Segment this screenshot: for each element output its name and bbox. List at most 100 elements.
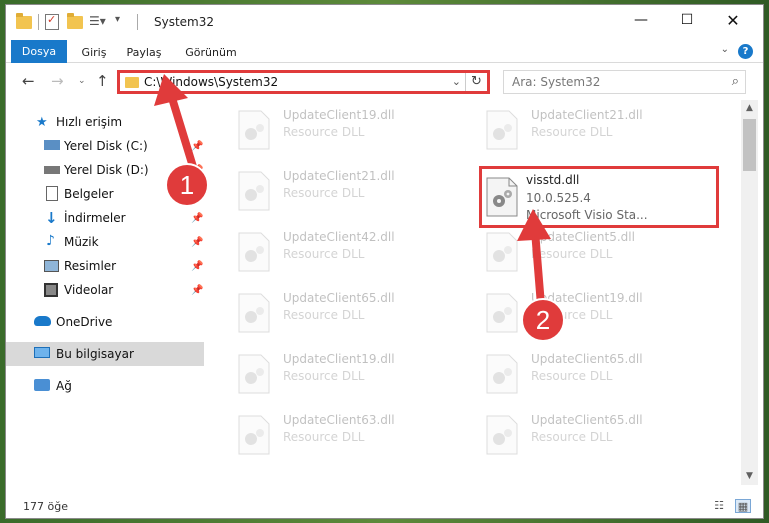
toolbar-separator <box>137 14 138 30</box>
file-name: UpdateClient19.dll <box>283 352 395 366</box>
nav-label: Belgeler <box>64 187 114 201</box>
file-type: Resource DLL <box>283 247 365 261</box>
file-item[interactable]: UpdateClient65.dll Resource DLL <box>481 407 721 461</box>
step-badge-1: 1 <box>165 163 209 207</box>
ribbon-expand-icon[interactable]: ⌄ <box>721 44 729 55</box>
nav-network[interactable]: Ağ <box>6 374 204 398</box>
file-type: Resource DLL <box>283 308 365 322</box>
file-type: Resource DLL <box>283 186 365 200</box>
nav-label: Videolar <box>64 283 114 297</box>
file-item[interactable]: UpdateClient42.dll Resource DLL <box>233 224 473 278</box>
nav-item-downloads[interactable]: ↓ İndirmeler 📌 <box>6 206 204 230</box>
file-type: Resource DLL <box>283 125 365 139</box>
file-item[interactable]: UpdateClient65.dll Resource DLL <box>233 285 473 339</box>
nav-label: Hızlı erişim <box>56 115 123 129</box>
vertical-scrollbar[interactable]: ▲ ▼ <box>741 100 758 485</box>
nav-label: Resimler <box>64 259 117 273</box>
dll-file-icon <box>238 293 270 333</box>
file-type: Resource DLL <box>531 430 613 444</box>
dll-file-icon <box>486 232 518 272</box>
file-name: UpdateClient21.dll <box>283 169 395 183</box>
file-item[interactable]: UpdateClient19.dll Resource DLL <box>233 346 473 400</box>
file-item[interactable]: UpdateClient19.dll Resource DLL <box>233 102 473 156</box>
file-type: Resource DLL <box>283 369 365 383</box>
dll-file-icon <box>486 354 518 394</box>
videos-icon <box>44 283 58 297</box>
dll-file-icon <box>238 354 270 394</box>
quick-access-toolbar: ☰▾ ▾ <box>16 13 138 30</box>
details-view-icon[interactable]: ☷ <box>711 499 727 513</box>
nav-label: OneDrive <box>56 315 113 329</box>
nav-item-videos[interactable]: Videolar 📌 <box>6 278 204 302</box>
chevron-down-icon[interactable]: ⌄ <box>452 75 461 88</box>
documents-icon <box>46 186 58 201</box>
music-icon: ♪ <box>46 233 55 249</box>
folder-icon[interactable] <box>16 13 32 30</box>
file-name: visstd.dll <box>526 173 580 187</box>
file-type: Resource DLL <box>531 369 613 383</box>
help-icon[interactable]: ? <box>738 44 753 59</box>
scroll-down-icon[interactable]: ▼ <box>741 468 758 485</box>
new-folder-icon[interactable] <box>67 13 83 30</box>
drive-icon <box>44 166 60 174</box>
step-badge-2: 2 <box>521 298 565 342</box>
file-name: UpdateClient65.dll <box>283 291 395 305</box>
file-item[interactable]: UpdateClient21.dll Resource DLL <box>481 102 721 156</box>
tab-home[interactable]: Giriş <box>76 42 112 64</box>
tab-view[interactable]: Görünüm <box>182 42 240 64</box>
properties-icon[interactable] <box>45 14 61 30</box>
file-item[interactable]: UpdateClient21.dll Resource DLL <box>233 163 473 217</box>
nav-item-music[interactable]: ♪ Müzik 📌 <box>6 230 204 254</box>
nav-onedrive[interactable]: OneDrive <box>6 310 204 334</box>
file-list: UpdateClient19.dll Resource DLL UpdateCl… <box>211 100 741 480</box>
pin-icon[interactable]: 📌 <box>191 285 203 296</box>
file-item[interactable]: UpdateClient65.dll Resource DLL <box>481 346 721 400</box>
pin-icon[interactable]: 📌 <box>191 261 203 272</box>
search-icon[interactable]: ⌕ <box>732 74 739 89</box>
dll-file-icon <box>238 171 270 211</box>
view-options-icon[interactable]: ☰▾ <box>89 14 106 30</box>
dll-file-icon <box>486 177 518 217</box>
recent-locations-icon[interactable]: ⌄ <box>78 76 86 86</box>
up-arrow-icon[interactable]: ↑ <box>96 72 109 90</box>
title-bar: ☰▾ ▾ System32 — ☐ ✕ <box>6 5 763 39</box>
dll-file-icon <box>238 110 270 150</box>
back-arrow-icon[interactable]: ← <box>22 72 35 90</box>
refresh-icon[interactable]: ↻ <box>465 73 487 91</box>
file-name: UpdateClient42.dll <box>283 230 395 244</box>
nav-label: Bu bilgisayar <box>56 347 134 361</box>
drive-icon <box>44 140 60 150</box>
navigation-row: ← → ⌄ ↑ C:\Windows\System32 ⌄ ↻ Ara: Sys… <box>6 65 763 99</box>
close-button[interactable]: ✕ <box>710 5 756 35</box>
tab-file[interactable]: Dosya <box>11 40 67 63</box>
customize-toolbar-icon[interactable]: ▾ <box>115 14 131 30</box>
network-icon <box>34 379 50 391</box>
scroll-thumb[interactable] <box>743 119 756 171</box>
search-placeholder: Ara: System32 <box>512 75 601 89</box>
star-icon: ★ <box>36 115 48 130</box>
ribbon-tabs: Dosya Giriş Paylaş Görünüm ⌄ ? <box>6 39 763 63</box>
scroll-up-icon[interactable]: ▲ <box>741 100 758 117</box>
large-icons-view-icon[interactable]: ▦ <box>735 499 751 513</box>
folder-icon <box>125 77 139 88</box>
file-name: UpdateClient21.dll <box>531 108 643 122</box>
maximize-button[interactable]: ☐ <box>664 5 710 35</box>
nav-label: Yerel Disk (D:) <box>64 163 149 177</box>
file-item[interactable]: UpdateClient63.dll Resource DLL <box>233 407 473 461</box>
window-title: System32 <box>154 15 215 29</box>
pictures-icon <box>44 260 59 272</box>
pin-icon[interactable]: 📌 <box>191 237 203 248</box>
file-name: UpdateClient63.dll <box>283 413 395 427</box>
dll-file-icon <box>238 415 270 455</box>
search-input[interactable]: Ara: System32 ⌕ <box>503 70 746 94</box>
nav-this-pc[interactable]: Bu bilgisayar <box>6 342 204 366</box>
tab-share[interactable]: Paylaş <box>124 42 164 64</box>
nav-label: İndirmeler <box>64 211 126 225</box>
dll-file-icon <box>486 110 518 150</box>
nav-item-pictures[interactable]: Resimler 📌 <box>6 254 204 278</box>
minimize-button[interactable]: — <box>618 5 664 35</box>
forward-arrow-icon[interactable]: → <box>51 72 64 90</box>
toolbar-separator <box>38 14 39 30</box>
pin-icon[interactable]: 📌 <box>191 213 203 224</box>
file-name: UpdateClient65.dll <box>531 413 643 427</box>
